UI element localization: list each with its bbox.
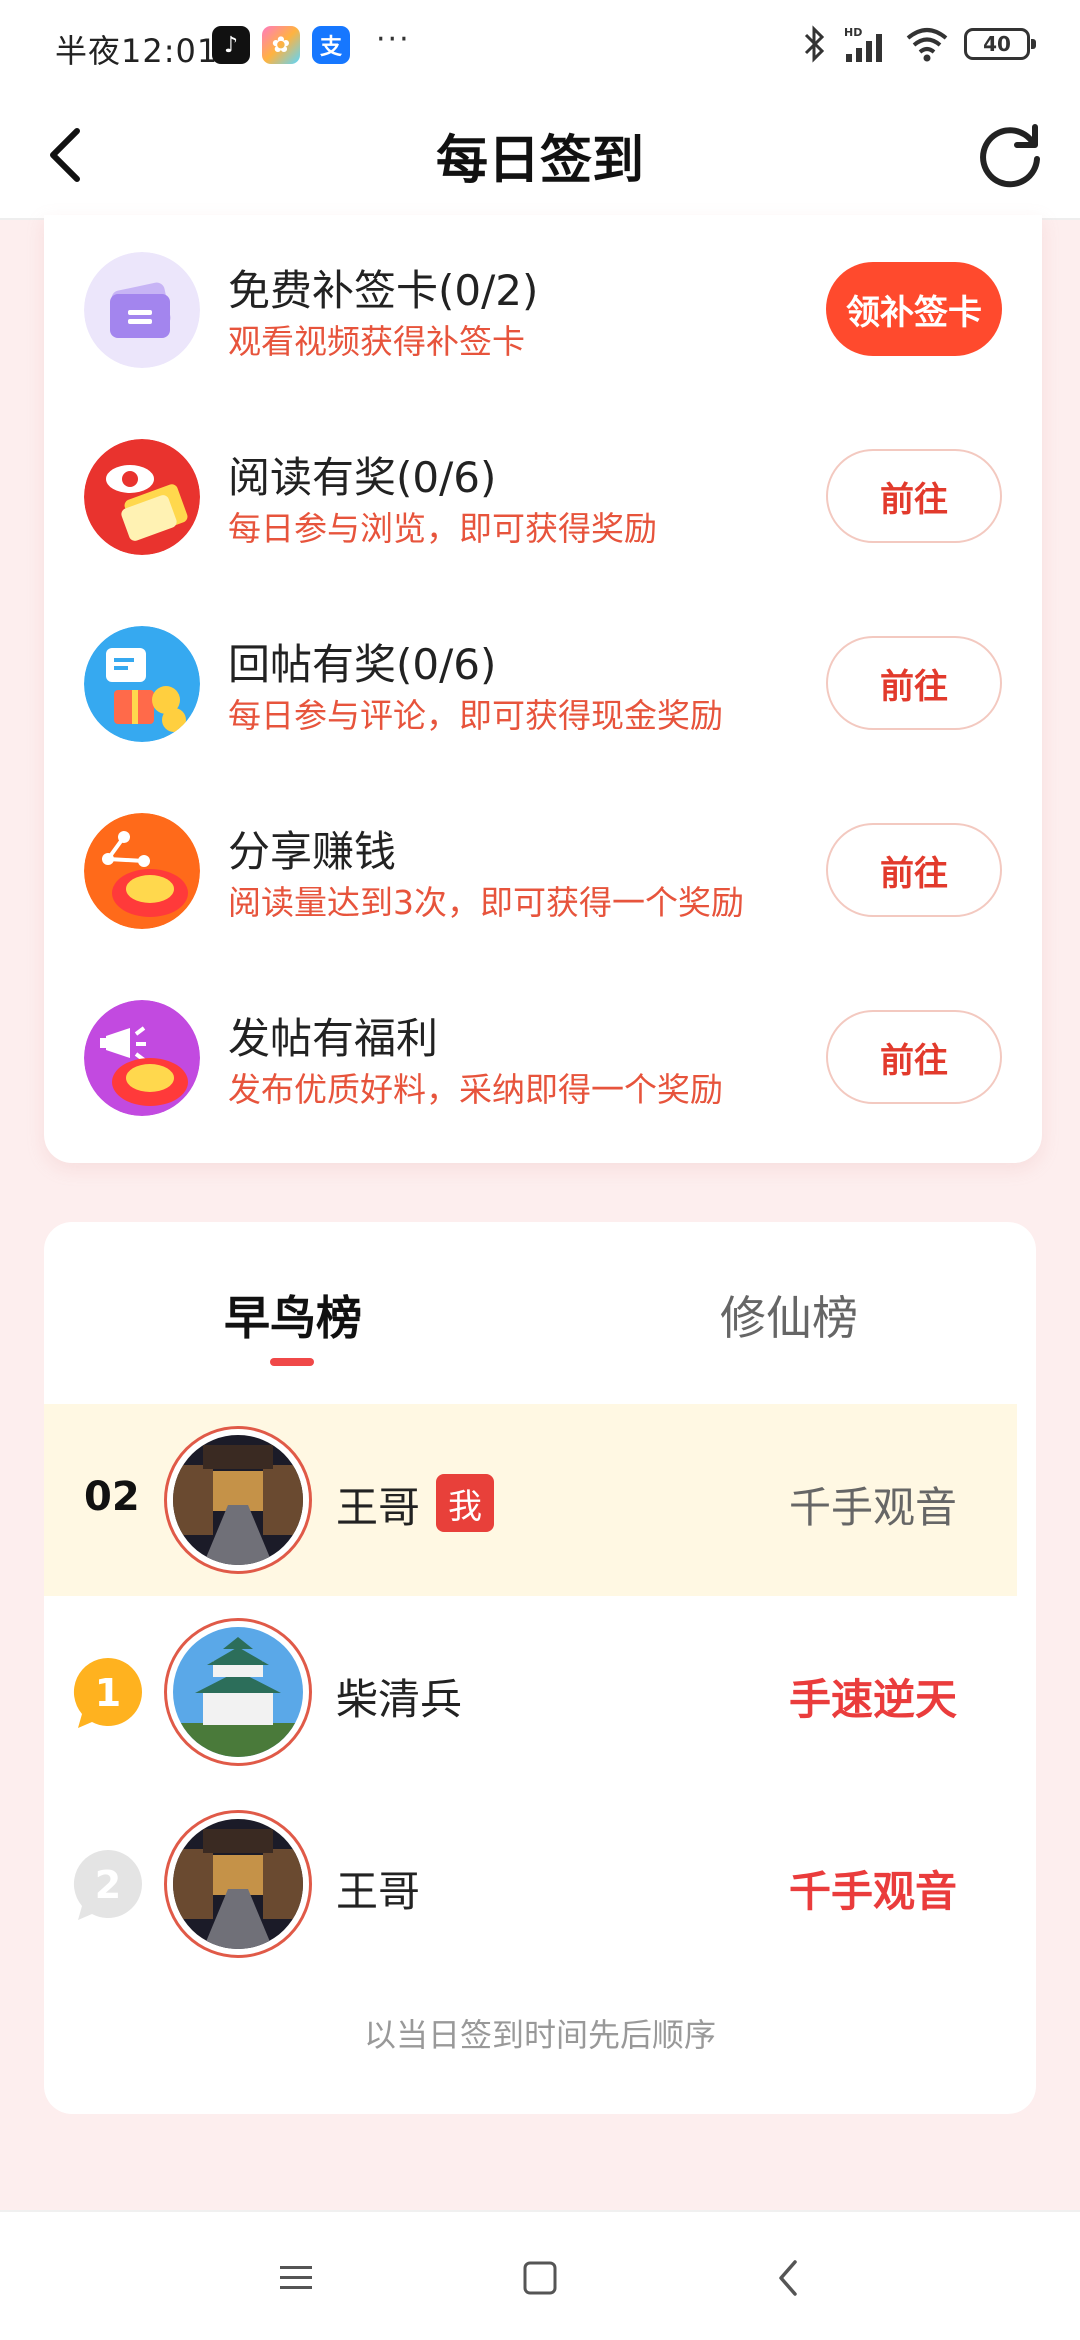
- task-description: 观看视频获得补签卡: [228, 322, 525, 361]
- refresh-icon: [980, 124, 1040, 188]
- refresh-button[interactable]: [970, 114, 1050, 194]
- status-indicators: HD 40: [802, 22, 1036, 66]
- ticket-icon: [84, 252, 200, 368]
- eye-book-icon: [84, 439, 200, 555]
- avatar: [164, 1618, 312, 1766]
- go-post-button[interactable]: 前往: [826, 1010, 1002, 1104]
- task-title: 阅读有奖(0/6): [228, 453, 497, 502]
- megaphone-coin-icon: [84, 1000, 200, 1116]
- menu-button[interactable]: [266, 2250, 326, 2306]
- system-back-button[interactable]: [758, 2250, 818, 2306]
- rank-row[interactable]: 1 柴清兵 手速逆天: [44, 1596, 1017, 1788]
- task-item-reply: 回帖有奖(0/6) 每日参与评论，即可获得现金奖励 前往: [44, 589, 1042, 776]
- avatar: [164, 1426, 312, 1574]
- page-title: 每日签到: [435, 131, 644, 191]
- home-square-icon: [523, 2261, 557, 2295]
- comment-gift-icon: [84, 626, 200, 742]
- signal-icon: HD: [844, 26, 882, 62]
- medal-number: 1: [95, 1671, 121, 1715]
- task-item-post: 发帖有福利 发布优质好料，采纳即得一个奖励 前往: [44, 963, 1042, 1150]
- my-rank-row[interactable]: 02 王哥 我 千手观音: [44, 1404, 1017, 1596]
- share-coin-icon: [84, 813, 200, 929]
- rank-title: 千手观音: [788, 1867, 957, 1916]
- task-item-share: 分享赚钱 阅读量达到3次，即可获得一个奖励 前往: [44, 776, 1042, 963]
- rank-title: 千手观音: [788, 1483, 957, 1532]
- menu-icon: [280, 2266, 312, 2289]
- gallery-icon: ✿: [262, 26, 300, 64]
- system-navigation-bar: [0, 2210, 1080, 2340]
- task-description: 每日参与评论，即可获得现金奖励: [228, 696, 723, 735]
- rank-title: 手速逆天: [788, 1675, 957, 1724]
- tiktok-icon: ♪: [212, 26, 250, 64]
- tab-early-bird[interactable]: 早鸟榜: [224, 1282, 362, 1348]
- avatar: [164, 1810, 312, 1958]
- medal-number: 2: [95, 1863, 121, 1907]
- home-button[interactable]: [510, 2250, 570, 2306]
- rank-user-name: 王哥: [336, 1867, 421, 1916]
- task-item-reading: 阅读有奖(0/6) 每日参与浏览，即可获得奖励 前往: [44, 402, 1042, 589]
- back-arrow-icon: [779, 2260, 797, 2296]
- rank-user-name: 柴清兵: [336, 1675, 463, 1724]
- go-reply-button[interactable]: 前往: [826, 636, 1002, 730]
- silver-medal-icon: 2: [73, 1849, 142, 1920]
- leaderboard-footnote: 以当日签到时间先后顺序: [363, 2016, 716, 2054]
- task-description: 每日参与浏览，即可获得奖励: [228, 509, 657, 548]
- leaderboard-card: 早鸟榜 修仙榜 02 王哥 我 千手观音 1 柴清兵 手速逆天 2 王哥 千手观…: [44, 1222, 1036, 2114]
- task-title: 回帖有奖(0/6): [228, 640, 497, 689]
- status-bar: 半夜12:01 ♪ ✿ 支 ··· HD 40: [0, 0, 1080, 90]
- bluetooth-icon: [804, 25, 825, 63]
- gold-medal-icon: 1: [73, 1657, 142, 1728]
- status-time: 半夜12:01: [55, 32, 219, 70]
- active-tab-indicator: [270, 1358, 314, 1366]
- rank-user-name: 王哥: [336, 1483, 421, 1532]
- wifi-icon: [906, 28, 948, 62]
- task-title: 免费补签卡(0/2): [228, 266, 539, 315]
- task-item-makeup-card: 免费补签卡(0/2) 观看视频获得补签卡 领补签卡: [44, 215, 1042, 402]
- task-description: 发布优质好料，采纳即得一个奖励: [228, 1070, 723, 1109]
- rank-row[interactable]: 2 王哥 千手观音: [44, 1788, 1017, 1980]
- task-title: 分享赚钱: [228, 827, 397, 876]
- claim-makeup-card-button[interactable]: 领补签卡: [826, 262, 1002, 356]
- me-badge: 我: [436, 1474, 494, 1532]
- header: 每日签到: [0, 90, 1080, 220]
- task-title: 发帖有福利: [228, 1014, 439, 1063]
- more-notifications-icon: ···: [376, 22, 411, 57]
- task-description: 阅读量达到3次，即可获得一个奖励: [228, 883, 744, 922]
- battery-icon: 40: [964, 28, 1036, 60]
- svg-text:HD: HD: [844, 26, 862, 39]
- alipay-icon: 支: [312, 26, 350, 64]
- rank-number: 02: [84, 1474, 140, 1520]
- tab-immortal[interactable]: 修仙榜: [720, 1282, 858, 1348]
- go-share-button[interactable]: 前往: [826, 823, 1002, 917]
- go-reading-button[interactable]: 前往: [826, 449, 1002, 543]
- task-list-card: 免费补签卡(0/2) 观看视频获得补签卡 领补签卡 阅读有奖(0/6) 每日参与…: [44, 215, 1042, 1163]
